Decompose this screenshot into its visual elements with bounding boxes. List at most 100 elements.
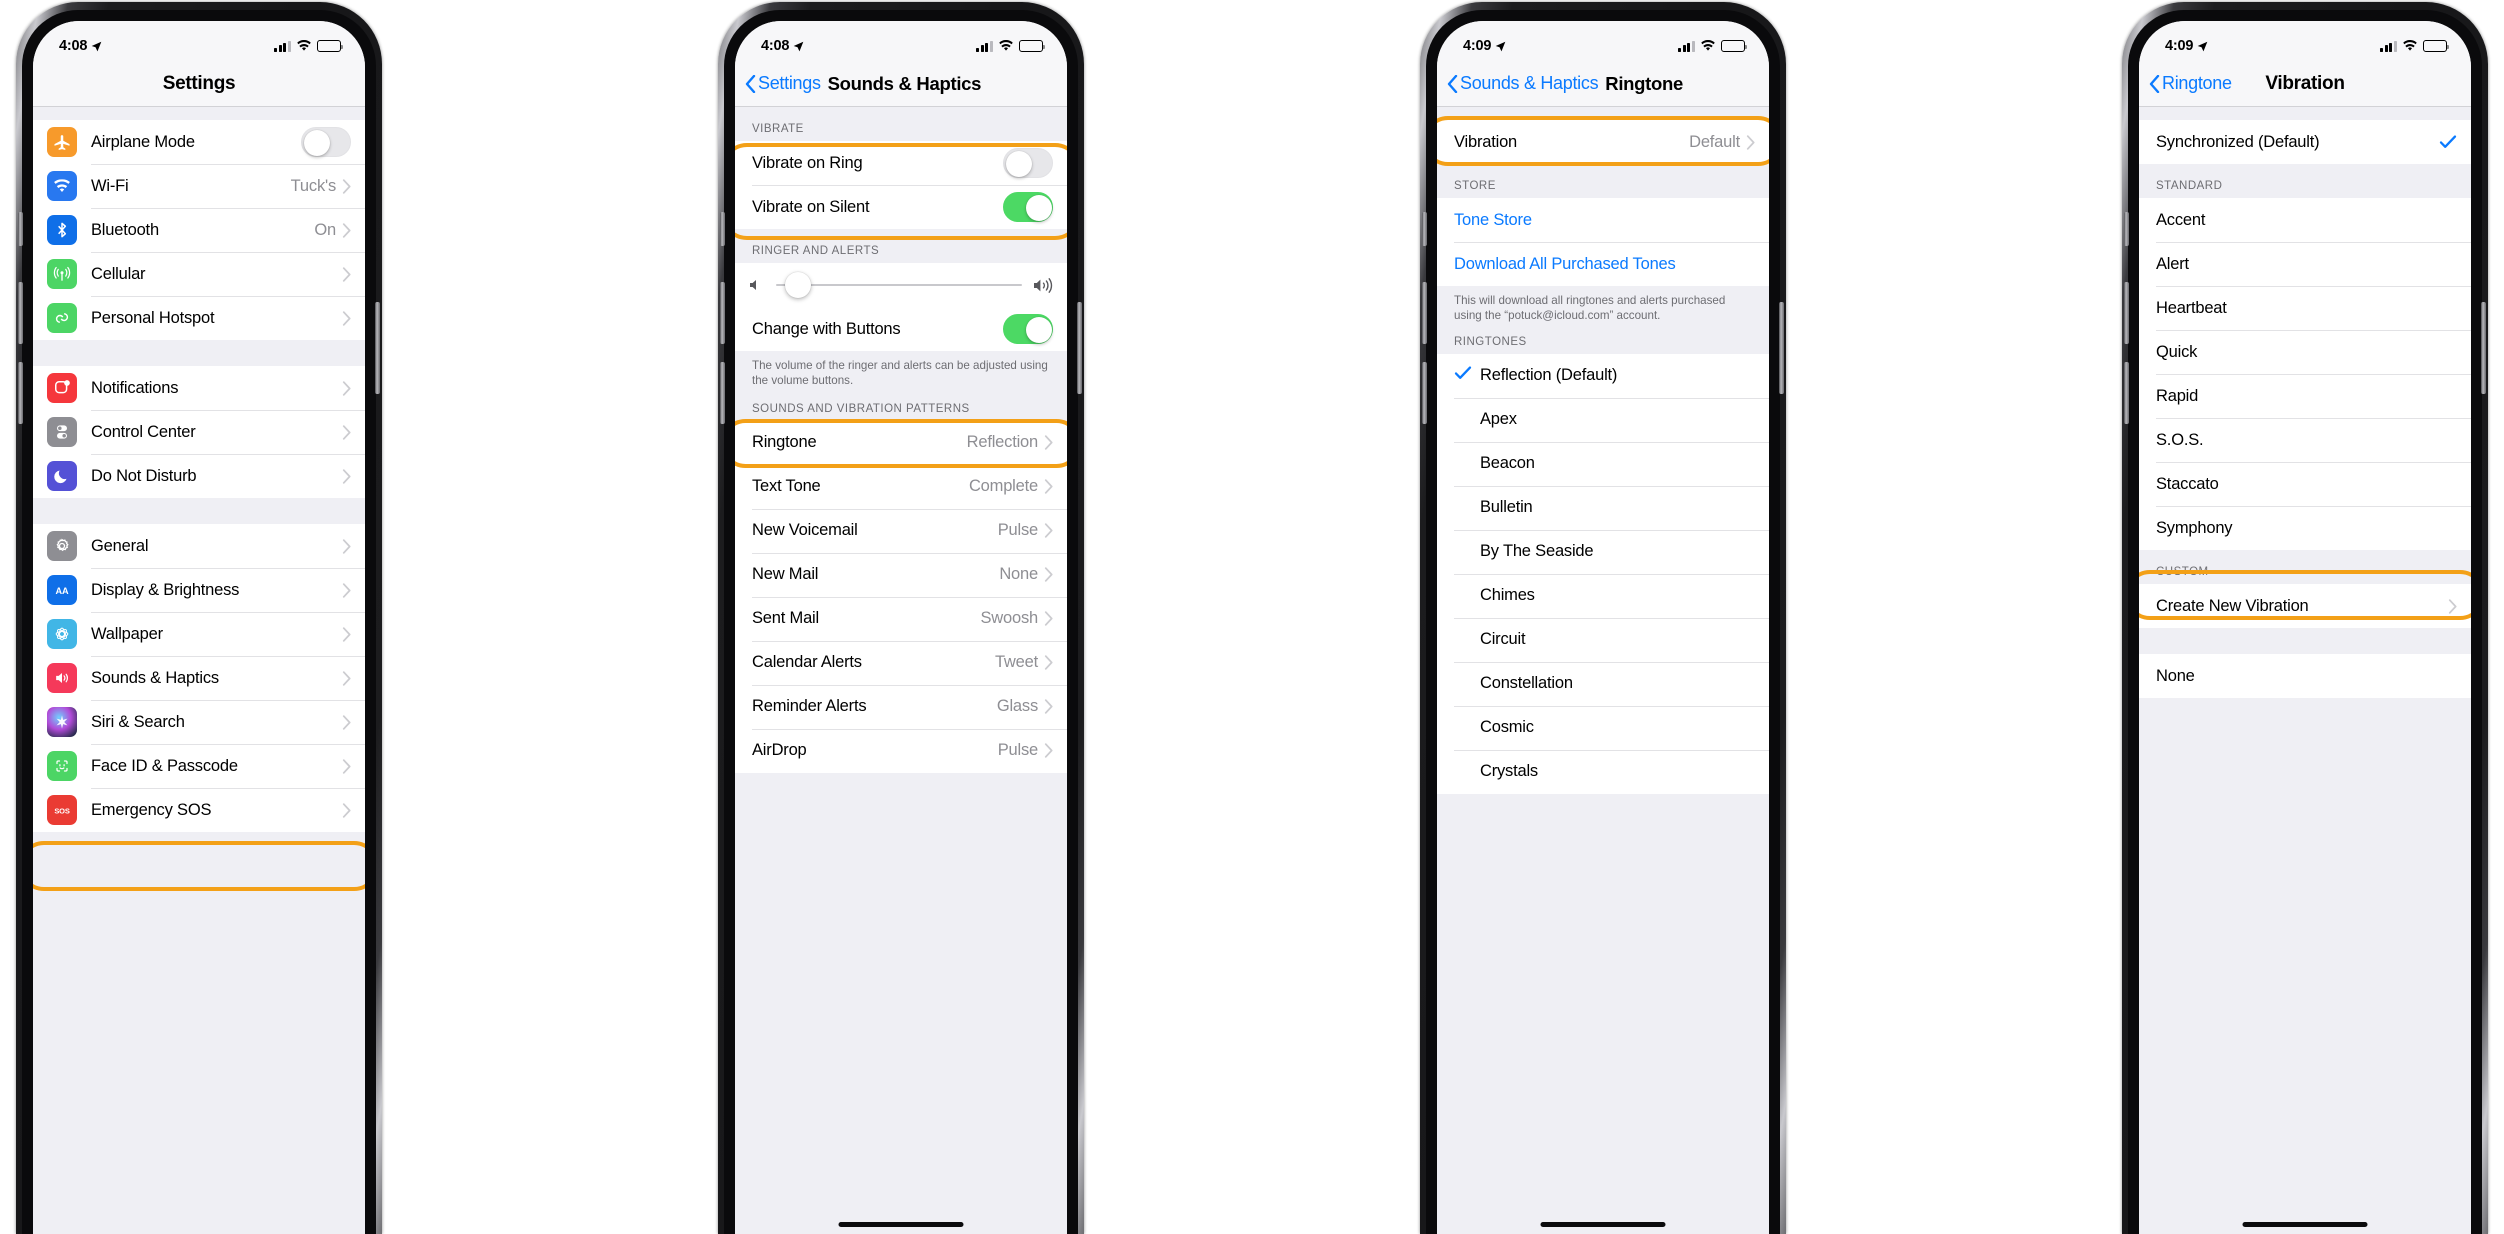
row-synchronized-default[interactable]: Synchronized (Default) — [2139, 120, 2471, 164]
back-button[interactable]: Sounds & Haptics — [1437, 73, 1599, 94]
airplane-mode-toggle[interactable] — [301, 127, 351, 157]
sidebar-item-do-not-disturb[interactable]: Do Not Disturb — [33, 454, 365, 498]
sidebar-item-general[interactable]: General — [33, 524, 365, 568]
row-vibration-option[interactable]: Heartbeat — [2139, 286, 2471, 330]
row-vibration-option[interactable]: Accent — [2139, 198, 2471, 242]
row-sent-mail[interactable]: Sent Mail Swoosh — [735, 596, 1067, 641]
mute-switch[interactable] — [720, 212, 725, 246]
mute-switch[interactable] — [2124, 212, 2129, 246]
row-change-with-buttons[interactable]: Change with Buttons — [735, 307, 1067, 351]
row-value: Pulse — [997, 521, 1038, 540]
mute-switch[interactable] — [18, 212, 23, 246]
volume-down-button[interactable] — [720, 362, 725, 424]
row-ringtone[interactable]: Ringtone Reflection — [735, 420, 1067, 465]
screen: 4:09 Ringtone Vibration Synchronized (De… — [2139, 21, 2471, 1234]
row-ringtone-option[interactable]: Cosmic — [1437, 705, 1769, 750]
row-ringtone-option[interactable]: Crystals — [1437, 749, 1769, 794]
row-create-new-vibration[interactable]: Create New Vibration — [2139, 584, 2471, 628]
row-new-mail[interactable]: New Mail None — [735, 552, 1067, 597]
ringtone-list[interactable]: Vibration Default STORE Tone Store Downl… — [1437, 107, 1769, 1234]
volume-up-button[interactable] — [18, 282, 23, 344]
sidebar-item-emergency-sos[interactable]: SOS Emergency SOS — [33, 788, 365, 832]
download-all-purchased-tones-link[interactable]: Download All Purchased Tones — [1454, 255, 1755, 274]
back-button[interactable]: Ringtone — [2139, 73, 2232, 94]
vibration-list[interactable]: Synchronized (Default) STANDARD Accent A… — [2139, 107, 2471, 1234]
side-button[interactable] — [1779, 302, 1784, 394]
home-indicator[interactable] — [1540, 1222, 1666, 1227]
chevron-right-icon — [342, 468, 351, 484]
side-button[interactable] — [2481, 302, 2486, 394]
row-vibration-option[interactable]: Rapid — [2139, 374, 2471, 418]
ringer-volume-slider[interactable] — [776, 272, 1022, 298]
sidebar-item-cellular[interactable]: Cellular — [33, 252, 365, 296]
row-vibration-option[interactable]: Staccato — [2139, 462, 2471, 506]
home-indicator[interactable] — [838, 1222, 964, 1227]
chevron-right-icon — [342, 310, 351, 326]
screen: 4:09 Sounds & Haptics Ringtone Vibration… — [1437, 21, 1769, 1234]
volume-down-button[interactable] — [18, 362, 23, 424]
screen: 4:08 Settings Sounds & Haptics VIBRATE V… — [735, 21, 1067, 1234]
row-ringtone-option[interactable]: Circuit — [1437, 617, 1769, 662]
sounds-haptics-list[interactable]: VIBRATE Vibrate on Ring Vibrate on Silen… — [735, 107, 1067, 1234]
row-text-tone[interactable]: Text Tone Complete — [735, 464, 1067, 509]
row-vibrate-on-ring[interactable]: Vibrate on Ring — [735, 141, 1067, 185]
sidebar-item-notifications[interactable]: Notifications — [33, 366, 365, 410]
row-label: Reflection (Default) — [1480, 366, 1618, 385]
row-download-purchased-tones[interactable]: Download All Purchased Tones — [1437, 242, 1769, 286]
sidebar-item-bluetooth[interactable]: Bluetooth On — [33, 208, 365, 252]
change-with-buttons-toggle[interactable] — [1003, 314, 1053, 344]
row-ringtone-option[interactable]: Reflection (Default) — [1437, 353, 1769, 398]
row-vibration-option[interactable]: Symphony — [2139, 506, 2471, 550]
row-label: New Mail — [752, 565, 819, 584]
sidebar-item-sounds-haptics[interactable]: Sounds & Haptics — [33, 656, 365, 700]
tone-store-link[interactable]: Tone Store — [1454, 211, 1755, 230]
row-ringtone-option[interactable]: Apex — [1437, 397, 1769, 442]
row-new-voicemail[interactable]: New Voicemail Pulse — [735, 508, 1067, 553]
sidebar-item-siri-search[interactable]: Siri & Search — [33, 700, 365, 744]
row-value: Pulse — [997, 741, 1038, 760]
sidebar-item-display-brightness[interactable]: AA Display & Brightness — [33, 568, 365, 612]
sidebar-item-face-id-passcode[interactable]: Face ID & Passcode — [33, 744, 365, 788]
gear-icon — [47, 531, 77, 561]
sidebar-item-wallpaper[interactable]: Wallpaper — [33, 612, 365, 656]
sidebar-item-airplane-mode[interactable]: Airplane Mode — [33, 120, 365, 164]
row-tone-store[interactable]: Tone Store — [1437, 198, 1769, 242]
status-right — [976, 40, 1046, 52]
vibrate-on-ring-toggle[interactable] — [1003, 148, 1053, 178]
row-calendar-alerts[interactable]: Calendar Alerts Tweet — [735, 640, 1067, 685]
row-ringtone-option[interactable]: Bulletin — [1437, 485, 1769, 530]
section-store-header: STORE — [1437, 164, 1769, 198]
side-button[interactable] — [1077, 302, 1082, 394]
row-vibration-option[interactable]: S.O.S. — [2139, 418, 2471, 462]
row-ringtone-option[interactable]: Chimes — [1437, 573, 1769, 618]
volume-up-button[interactable] — [1422, 282, 1427, 344]
row-vibration[interactable]: Vibration Default — [1437, 120, 1769, 164]
row-ringtone-option[interactable]: Beacon — [1437, 441, 1769, 486]
volume-down-button[interactable] — [2124, 362, 2129, 424]
sidebar-item-control-center[interactable]: Control Center — [33, 410, 365, 454]
settings-list[interactable]: Airplane Mode Wi-Fi Tuck's Bluetooth On … — [33, 107, 365, 1234]
back-button[interactable]: Settings — [735, 73, 821, 94]
home-indicator[interactable] — [2242, 1222, 2368, 1227]
group-spacer — [2139, 628, 2471, 654]
sidebar-item-wifi[interactable]: Wi-Fi Tuck's — [33, 164, 365, 208]
volume-up-button[interactable] — [2124, 282, 2129, 344]
row-reminder-alerts[interactable]: Reminder Alerts Glass — [735, 684, 1067, 729]
volume-down-button[interactable] — [1422, 362, 1427, 424]
row-vibrate-on-silent[interactable]: Vibrate on Silent — [735, 185, 1067, 229]
hotspot-icon — [47, 303, 77, 333]
chevron-right-icon — [1044, 567, 1053, 583]
vibrate-on-silent-toggle[interactable] — [1003, 192, 1053, 222]
row-vibration-option[interactable]: Quick — [2139, 330, 2471, 374]
status-bar: 4:08 — [33, 21, 365, 61]
row-ringtone-option[interactable]: By The Seaside — [1437, 529, 1769, 574]
side-button[interactable] — [375, 302, 380, 394]
row-vibration-option[interactable]: Alert — [2139, 242, 2471, 286]
sidebar-item-personal-hotspot[interactable]: Personal Hotspot — [33, 296, 365, 340]
row-airdrop[interactable]: AirDrop Pulse — [735, 728, 1067, 773]
volume-up-button[interactable] — [720, 282, 725, 344]
mute-switch[interactable] — [1422, 212, 1427, 246]
ringer-volume-slider-row[interactable] — [735, 263, 1067, 307]
row-none[interactable]: None — [2139, 654, 2471, 698]
row-ringtone-option[interactable]: Constellation — [1437, 661, 1769, 706]
